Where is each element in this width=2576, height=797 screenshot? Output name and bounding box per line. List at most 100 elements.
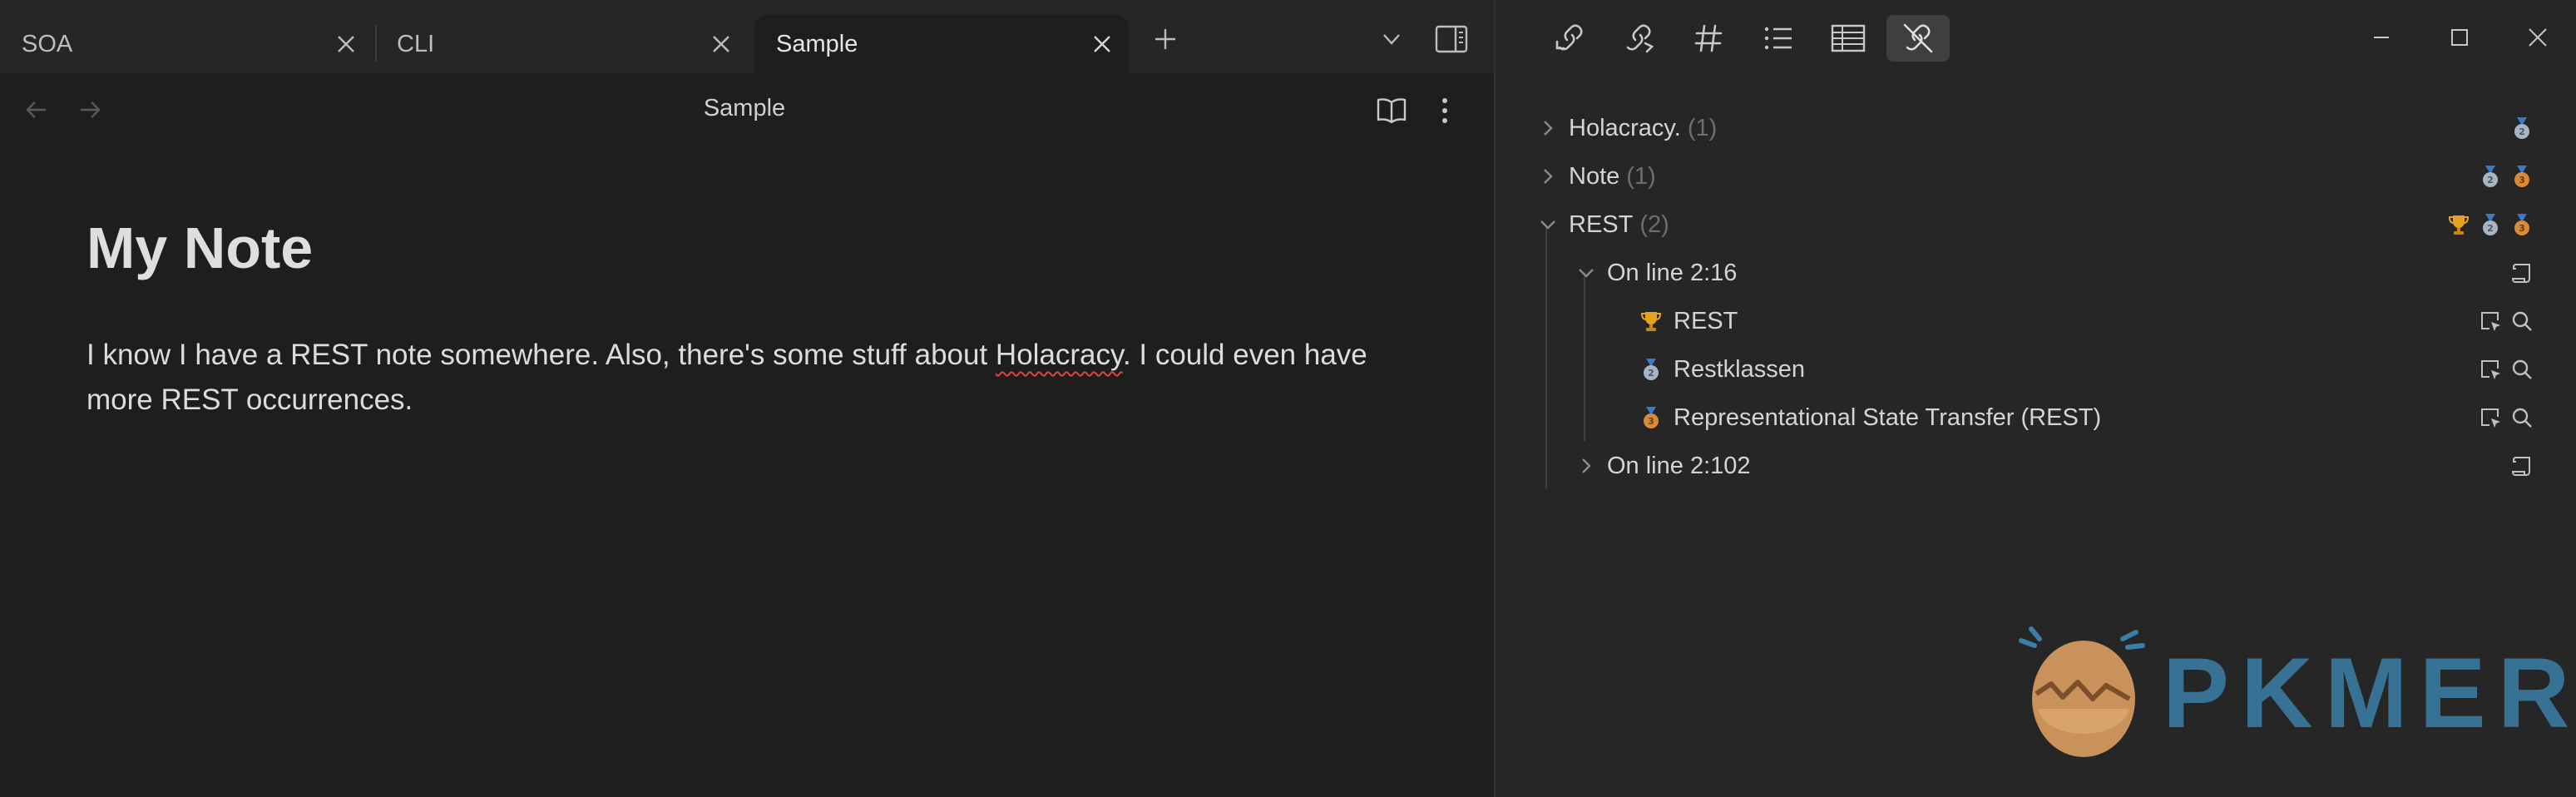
toggle-sidebar-button[interactable]	[1431, 18, 1472, 60]
search-icon[interactable]	[2509, 309, 2534, 334]
tab-soa[interactable]: SOA	[0, 15, 373, 73]
bronze-medal-icon: 3	[1644, 407, 1659, 428]
trophy-icon	[2448, 215, 2470, 235]
link-pointer-icon[interactable]	[2478, 309, 2503, 334]
silver-medal-icon: 2	[2483, 166, 2498, 187]
view-title[interactable]: Sample	[0, 95, 1489, 122]
new-tab-button[interactable]	[1145, 18, 1186, 60]
tree-line-group[interactable]: On line 2:16	[1496, 249, 2576, 297]
group-label: Holacracy.	[1569, 114, 1681, 141]
list-icon	[1764, 27, 1792, 50]
bronze-medal-icon: 3	[2514, 166, 2529, 187]
group-medals: 2 3	[2478, 164, 2534, 189]
scroll-icon[interactable]	[2509, 260, 2534, 285]
outgoing-link-icon	[1626, 24, 1654, 53]
outgoing-links-button[interactable]	[1607, 15, 1670, 62]
group-count: (2)	[1639, 210, 1669, 238]
tree-group-holacracy[interactable]: Holacracy. (1) 2	[1496, 104, 2576, 152]
tab-bar: SOA CLI Sample	[0, 0, 1494, 73]
tag-icon	[1694, 24, 1723, 52]
more-vertical-icon	[1442, 98, 1447, 123]
group-medals: 2	[2509, 116, 2534, 141]
tab-label: Sample	[776, 30, 858, 57]
maximize-window-button[interactable]	[2439, 17, 2480, 58]
misspelled-word[interactable]: Holacracy	[996, 339, 1123, 371]
search-icon[interactable]	[2509, 405, 2534, 430]
chevron-right-icon[interactable]	[1574, 453, 1599, 478]
close-tab-button[interactable]	[1085, 27, 1119, 61]
row-actions	[2478, 357, 2534, 382]
close-icon	[1094, 36, 1110, 52]
chevron-down-icon[interactable]	[1574, 260, 1599, 285]
close-tab-button[interactable]	[329, 27, 363, 61]
trophy-icon	[1640, 312, 1662, 331]
pkmer-watermark: PKMER	[2013, 617, 2569, 759]
chevron-down-icon	[1383, 34, 1400, 45]
svg-text:2: 2	[2487, 175, 2494, 186]
outline-button[interactable]	[1747, 15, 1810, 62]
reading-view-button[interactable]	[1371, 90, 1412, 131]
row-actions	[2478, 309, 2534, 334]
chevron-right-icon[interactable]	[1535, 116, 1560, 141]
minimize-window-button[interactable]	[2361, 17, 2402, 58]
match-label: REST	[1674, 307, 1738, 334]
group-title: Holacracy. (1)	[1569, 115, 1717, 142]
tree-match-item[interactable]: 3 Representational State Transfer (REST)	[1496, 394, 2576, 442]
tree-match-item[interactable]: REST	[1496, 297, 2576, 345]
close-tab-button[interactable]	[705, 27, 738, 61]
note-heading[interactable]: My Note	[87, 215, 313, 281]
svg-text:3: 3	[2519, 223, 2525, 234]
bronze-medal-icon: 3	[2514, 214, 2529, 235]
tab-list-button[interactable]	[1371, 18, 1412, 60]
table-icon	[1831, 24, 1866, 52]
maximize-icon	[2451, 29, 2468, 46]
silver-medal-icon: 2	[1644, 359, 1659, 380]
tab-cli[interactable]: CLI	[375, 15, 748, 73]
match-label: Restklassen	[1674, 355, 1805, 383]
row-actions	[2509, 453, 2534, 478]
svg-text:2: 2	[1648, 368, 1654, 379]
backlinks-button[interactable]	[1539, 15, 1602, 62]
group-label: Note	[1569, 162, 1620, 190]
tree-match-item[interactable]: 2 Restklassen	[1496, 345, 2576, 394]
svg-text:2: 2	[2487, 223, 2494, 234]
group-medals: 2 3	[2446, 212, 2534, 237]
watermark-text: PKMER	[2163, 637, 2576, 749]
tree-group-note[interactable]: Note (1) 2 3	[1496, 152, 2576, 200]
sidebar-toolbar	[1496, 0, 2576, 73]
body-text: I know I have a REST note somewhere. Als…	[87, 339, 996, 371]
svg-text:3: 3	[1648, 416, 1654, 427]
close-window-button[interactable]	[2517, 17, 2559, 58]
close-icon	[338, 36, 354, 52]
match-label: Representational State Transfer (REST)	[1674, 403, 2102, 431]
tab-sample[interactable]: Sample	[754, 15, 1129, 73]
book-open-icon	[1377, 98, 1407, 124]
note-body[interactable]: I know I have a REST note somewhere. Als…	[87, 333, 1417, 423]
table-button[interactable]	[1817, 15, 1880, 62]
tags-button[interactable]	[1677, 15, 1740, 62]
row-actions	[2509, 260, 2534, 285]
group-label: REST	[1569, 210, 1634, 238]
chevron-down-icon[interactable]	[1535, 212, 1560, 237]
search-icon[interactable]	[2509, 357, 2534, 382]
chevron-right-icon[interactable]	[1535, 164, 1560, 189]
silver-medal-icon: 2	[2514, 117, 2529, 139]
group-count: (1)	[1626, 162, 1656, 190]
backlink-icon	[1555, 24, 1583, 51]
svg-text:2: 2	[2519, 126, 2525, 137]
match-content: 3 Representational State Transfer (REST)	[1639, 404, 2101, 432]
tree-line-group[interactable]: On line 2:102	[1496, 442, 2576, 490]
silver-medal-icon: 2	[2483, 214, 2498, 235]
pkmer-logo-icon	[2019, 626, 2145, 757]
group-title: REST (2)	[1569, 211, 1669, 239]
scroll-icon[interactable]	[2509, 453, 2534, 478]
minimize-icon	[2374, 37, 2389, 38]
tree-group-rest[interactable]: REST (2) 2 3	[1496, 200, 2576, 249]
svg-text:3: 3	[2519, 175, 2525, 186]
crossed-link-icon	[1903, 23, 1933, 53]
unlinked-mentions-button[interactable]	[1886, 15, 1950, 62]
more-options-button[interactable]	[1424, 90, 1466, 131]
tab-label: SOA	[22, 30, 73, 57]
link-pointer-icon[interactable]	[2478, 405, 2503, 430]
link-pointer-icon[interactable]	[2478, 357, 2503, 382]
